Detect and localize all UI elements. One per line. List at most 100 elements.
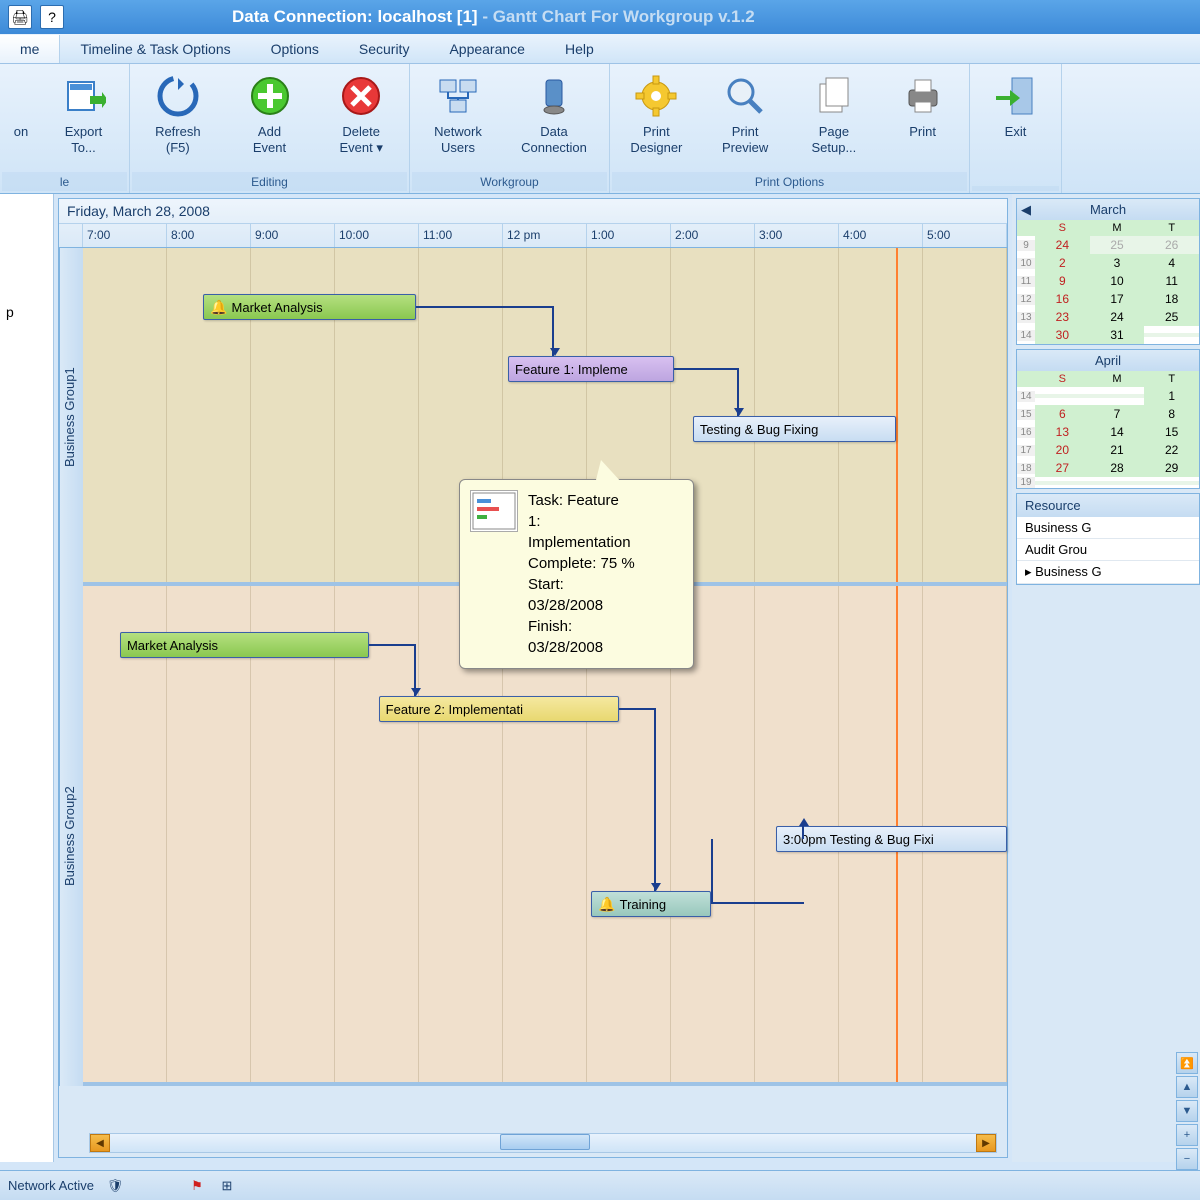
cal-day[interactable]: 1 [1144,387,1199,405]
cal-day[interactable]: 23 [1035,308,1090,326]
gantt-chart[interactable]: Friday, March 28, 2008 7:00 8:00 9:00 10… [58,198,1008,1158]
app-name: - Gantt Chart For Workgroup v.1.2 [482,7,754,26]
cal-day[interactable] [1090,394,1145,398]
gear-icon [632,72,680,120]
resource-item[interactable]: Business G [1017,561,1199,584]
cal-day[interactable]: 7 [1090,405,1145,423]
menu-security[interactable]: Security [339,35,430,63]
cal-day[interactable] [1144,333,1199,337]
tooltip-chart-icon [470,490,518,532]
gantt-time-ruler: 7:00 8:00 9:00 10:00 11:00 12 pm 1:00 2:… [59,223,1007,247]
tree-icon[interactable]: ⊞ [218,1177,236,1195]
cal-day[interactable]: 2 [1035,254,1090,272]
cal-day[interactable]: 11 [1144,272,1199,290]
page-setup-button[interactable]: Page Setup... [790,68,879,172]
magnifier-icon [721,72,769,120]
export-icon [60,72,108,120]
cal-day[interactable]: 6 [1035,405,1090,423]
zoom-in-button[interactable]: + [1176,1124,1198,1146]
menu-appearance[interactable]: Appearance [429,35,545,63]
task-testing-1[interactable]: Testing & Bug Fixing [693,416,896,442]
help-icon[interactable]: ? [40,5,64,29]
calendar-april[interactable]: April S M T 1411567816131415172021221827… [1016,349,1200,489]
cal-day[interactable]: 10 [1090,272,1145,290]
cal-day[interactable]: 24 [1090,308,1145,326]
print-icon[interactable]: 🖨 [8,5,32,29]
cal-day[interactable]: 8 [1144,405,1199,423]
cal-day[interactable]: 28 [1090,459,1145,477]
cal-prev-icon[interactable]: ◀ [1021,202,1031,218]
delete-event-button[interactable]: Delete Event ▾ [315,68,407,172]
add-event-button[interactable]: Add Event [224,68,316,172]
zoom-out-button[interactable]: − [1176,1148,1198,1170]
network-users-button[interactable]: Network Users [412,68,504,172]
now-indicator [896,248,898,582]
shield-icon: 🛡 [106,1177,124,1195]
cal-day[interactable] [1035,394,1090,398]
task-training[interactable]: 🔔 Training [591,891,711,917]
cal-day[interactable]: 16 [1035,290,1090,308]
cal-day[interactable]: 24 [1035,236,1090,254]
cal-day[interactable]: 26 [1144,236,1199,254]
resource-item[interactable]: Business G [1017,517,1199,539]
task-testing-2[interactable]: 3:00pm Testing & Bug Fixi [776,826,1007,852]
menu-help[interactable]: Help [545,35,614,63]
flag-icon[interactable]: ⚑ [188,1177,206,1195]
data-connection-button[interactable]: Data Connection [504,68,604,172]
refresh-icon [154,72,202,120]
export-button[interactable]: Export To... [40,68,127,172]
cal-day[interactable]: 27 [1035,459,1090,477]
cal-day[interactable]: 25 [1090,236,1145,254]
group1-label[interactable]: Business Group1 [59,248,83,586]
network-icon [434,72,482,120]
cal-day[interactable]: 21 [1090,441,1145,459]
print-button[interactable]: Print [878,68,967,172]
cal-day[interactable]: 14 [1090,423,1145,441]
gantt-hscroll[interactable]: ◀ ▶ [89,1133,997,1153]
cal-day[interactable]: 25 [1144,308,1199,326]
cal-day[interactable]: 9 [1035,272,1090,290]
group2-label[interactable]: Business Group2 [59,586,83,1086]
menu-options[interactable]: Options [251,35,339,63]
right-panel: ◀March S M T 924252610234119101112161718… [1012,194,1200,1162]
resources-panel: Resource Business G Audit Grou Business … [1016,493,1200,585]
exit-icon [992,72,1040,120]
cal-day[interactable]: 17 [1090,290,1145,308]
cal-day[interactable]: 20 [1035,441,1090,459]
cal-day[interactable]: 18 [1144,290,1199,308]
cal-day[interactable] [1144,481,1199,485]
connection-label: Data Connection: localhost [1] [232,7,478,26]
scroll-left-button[interactable]: ◀ [90,1134,110,1152]
ribbon-btn-unknown[interactable]: on [2,68,40,172]
cal-day[interactable]: 3 [1090,254,1145,272]
scroll-thumb[interactable] [500,1134,590,1150]
printer-icon [899,72,947,120]
cal-day[interactable] [1090,481,1145,485]
cal-day[interactable]: 13 [1035,423,1090,441]
refresh-button[interactable]: Refresh (F5) [132,68,224,172]
left-panel: p [0,194,54,1162]
task-feature-1[interactable]: Feature 1: Impleme [508,356,674,382]
cal-day[interactable]: 15 [1144,423,1199,441]
bell-icon: 🔔 [210,299,227,316]
print-preview-button[interactable]: Print Preview [701,68,790,172]
cal-day[interactable]: 22 [1144,441,1199,459]
task-market-analysis-2[interactable]: Market Analysis [120,632,369,658]
nav-up-button[interactable]: ▲ [1176,1076,1198,1098]
print-designer-button[interactable]: Print Designer [612,68,701,172]
cal-day[interactable]: 30 [1035,326,1090,344]
scroll-right-button[interactable]: ▶ [976,1134,996,1152]
calendar-march[interactable]: ◀March S M T 924252610234119101112161718… [1016,198,1200,345]
nav-down-button[interactable]: ▼ [1176,1100,1198,1122]
menu-home[interactable]: me [0,35,60,63]
task-market-analysis-1[interactable]: 🔔 Market Analysis [203,294,416,320]
cal-day[interactable]: 4 [1144,254,1199,272]
exit-button[interactable]: Exit [972,68,1059,186]
nav-top-button[interactable]: ⏫ [1176,1052,1198,1074]
cal-day[interactable] [1035,481,1090,485]
cal-day[interactable]: 29 [1144,459,1199,477]
menu-timeline[interactable]: Timeline & Task Options [60,35,250,63]
task-feature-2[interactable]: Feature 2: Implementati [379,696,619,722]
resource-item[interactable]: Audit Grou [1017,539,1199,561]
cal-day[interactable]: 31 [1090,326,1145,344]
